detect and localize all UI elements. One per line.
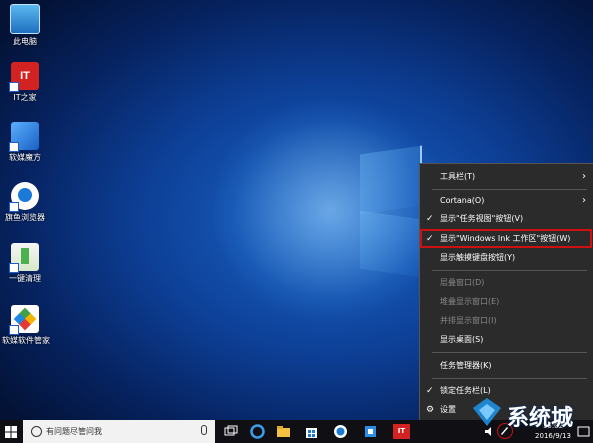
desktop-icon-label: IT之家 — [13, 93, 37, 102]
menu-item-show-desktop[interactable]: 显示桌面(S) — [420, 331, 593, 349]
desktop-icon-software-manager[interactable]: 软媒软件管家 — [2, 305, 50, 346]
menu-item-label: Cortana(O) — [440, 196, 485, 205]
computer-icon — [10, 4, 40, 34]
menu-item-stack-windows: 堆叠显示窗口(E) — [420, 293, 593, 311]
highlight-box — [420, 229, 592, 248]
browser-icon — [334, 425, 347, 438]
start-button[interactable] — [0, 420, 22, 443]
check-icon: ✓ — [426, 386, 434, 396]
menu-item-label: 显示触摸键盘按钮(Y) — [440, 253, 516, 262]
search-placeholder: 有问题尽管问我 — [46, 427, 102, 436]
cube-icon — [9, 122, 39, 152]
taskbar-context-menu: 工具栏(T) › Cortana(O) › ✓ 显示"任务视图"按钮(V) ✓ … — [419, 163, 593, 421]
watermark-logo-icon — [473, 398, 501, 426]
menu-item-label: 工具栏(T) — [440, 172, 476, 181]
menu-item-label: 任务管理器(K) — [440, 361, 492, 370]
menu-separator — [432, 270, 587, 271]
desktop-icon-label: 此电脑 — [13, 37, 37, 46]
check-icon: ✓ — [426, 214, 434, 224]
ithome-icon: IT — [397, 427, 406, 435]
desktop-icon-label: 软媒软件管家 — [2, 336, 50, 345]
folder-icon — [277, 426, 290, 437]
menu-item-task-view-button[interactable]: ✓ 显示"任务视图"按钮(V) — [420, 210, 593, 228]
windows-logo-icon — [5, 426, 17, 438]
browser-icon — [9, 182, 39, 212]
task-view-icon — [224, 425, 238, 436]
clock-date: 2016/9/13 — [535, 432, 571, 440]
store-icon — [306, 428, 317, 438]
ithome-taskbar-button[interactable]: IT — [393, 424, 410, 439]
menu-item-cascade-windows: 层叠窗口(D) — [420, 274, 593, 292]
desktop-icon-label: 一键清理 — [9, 274, 41, 283]
desktop-icon-label: 软媒魔方 — [9, 153, 41, 162]
desktop-icon-this-pc[interactable]: 此电脑 — [2, 4, 48, 47]
store-taskbar-button[interactable] — [304, 424, 319, 439]
cube-taskbar-button[interactable] — [363, 424, 378, 439]
desktop-icon-ithome[interactable]: IT IT之家 — [2, 62, 48, 103]
task-view-button[interactable] — [224, 424, 239, 439]
cortana-search-box[interactable]: 有问题尽管问我 — [23, 420, 215, 443]
menu-item-cortana[interactable]: Cortana(O) › — [420, 192, 593, 210]
menu-item-label: 设置 — [440, 405, 456, 414]
chevron-right-icon: › — [582, 195, 586, 206]
chevron-right-icon: › — [582, 171, 586, 182]
menu-item-label: 层叠窗口(D) — [440, 278, 485, 287]
browser-taskbar-button[interactable] — [333, 424, 348, 439]
desktop-icon-browser[interactable]: 旗鱼浏览器 — [2, 182, 48, 223]
menu-item-toolbars[interactable]: 工具栏(T) › — [420, 168, 593, 186]
edge-icon — [250, 424, 265, 439]
menu-separator — [432, 352, 587, 353]
cortana-icon — [31, 426, 42, 437]
software-manager-icon — [9, 305, 39, 335]
cleaner-icon — [9, 243, 39, 273]
microphone-icon[interactable] — [201, 425, 207, 435]
menu-item-label: 显示桌面(S) — [440, 335, 484, 344]
watermark-text: 系统城 — [507, 406, 574, 431]
menu-separator — [432, 378, 587, 379]
desktop-icon-label: 旗鱼浏览器 — [5, 213, 45, 222]
menu-item-touch-keyboard-button[interactable]: 显示触摸键盘按钮(Y) — [420, 249, 593, 267]
watermark: 系统城 — [469, 392, 584, 432]
edge-taskbar-button[interactable] — [250, 424, 265, 439]
menu-item-side-by-side-windows: 并排显示窗口(I) — [420, 312, 593, 330]
menu-item-label: 堆叠显示窗口(E) — [440, 297, 500, 306]
cube-icon — [365, 426, 376, 437]
wallpaper-pane-left — [360, 145, 422, 215]
explorer-taskbar-button[interactable] — [276, 424, 291, 439]
desktop-icon-cleaner[interactable]: 一键清理 — [2, 243, 48, 284]
wallpaper-pane-left-bottom — [360, 210, 422, 278]
desktop-icon-cube[interactable]: 软媒魔方 — [2, 122, 48, 163]
gear-icon: ⚙ — [426, 405, 435, 415]
menu-item-task-manager[interactable]: 任务管理器(K) — [420, 357, 593, 375]
menu-item-label: 显示"任务视图"按钮(V) — [440, 214, 524, 223]
menu-item-label: 并排显示窗口(I) — [440, 316, 497, 325]
ithome-icon: IT — [9, 62, 39, 92]
menu-separator — [432, 189, 587, 190]
